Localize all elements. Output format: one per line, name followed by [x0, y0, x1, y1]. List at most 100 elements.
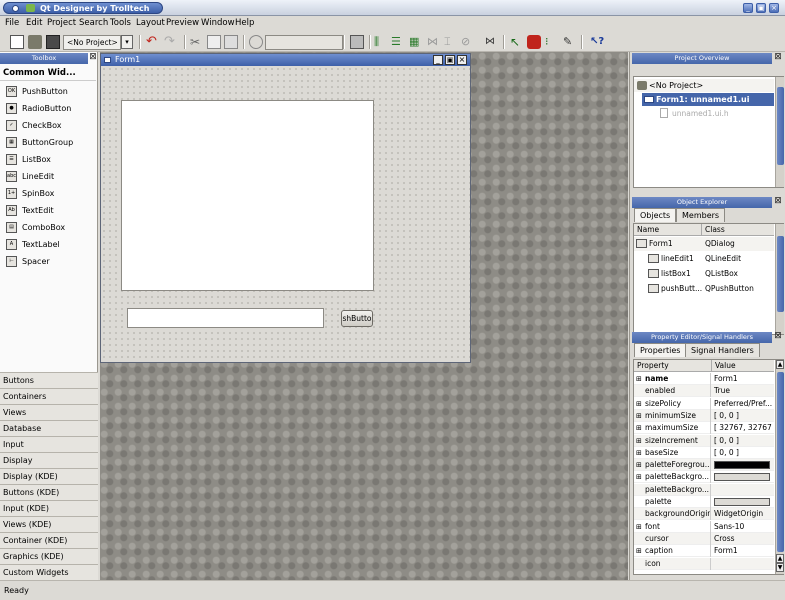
object-row[interactable]: pushButt... QPushButton — [634, 282, 774, 296]
column-header-property[interactable]: Property — [634, 360, 712, 372]
property-table[interactable]: Property Value ⊞ name Form1 enabled True ⊞ siz… — [633, 359, 784, 575]
scroll-up-icon[interactable]: ▲ — [776, 554, 784, 563]
object-row[interactable]: lineEdit1 QLineEdit — [634, 252, 774, 266]
break-layout-icon[interactable]: ⊘ — [461, 35, 475, 49]
expand-icon[interactable]: ⊞ — [636, 410, 644, 422]
pointer-icon[interactable]: ↖ — [510, 35, 524, 49]
toolbox-item-pushbutton[interactable]: OK PushButton — [0, 83, 96, 100]
save-icon[interactable] — [46, 35, 60, 49]
property-row[interactable]: ⊞ caption Form1 — [634, 545, 774, 558]
property-value[interactable] — [714, 558, 774, 570]
scroll-down-icon[interactable]: ▼ — [776, 563, 784, 572]
property-value[interactable]: [ 32767, 32767 ] — [714, 422, 774, 434]
object-row[interactable]: listBox1 QListBox — [634, 267, 774, 281]
object-tree[interactable]: Name Class Form1 QDialog lineEdit1 QLineEdi… — [633, 223, 784, 335]
menu-search[interactable]: Search — [79, 18, 108, 28]
property-value[interactable]: Cross — [714, 533, 774, 545]
property-value[interactable]: [ 0, 0 ] — [714, 435, 774, 447]
object-scrollbar[interactable] — [775, 224, 784, 334]
property-row[interactable]: ⊞ paletteBackgro... — [634, 471, 774, 484]
property-value[interactable]: [ 0, 0 ] — [714, 410, 774, 422]
menu-project[interactable]: Project — [47, 18, 76, 28]
tab-objects[interactable]: Objects — [634, 208, 677, 222]
toolbox-item-textlabel[interactable]: A TextLabel — [0, 236, 96, 253]
toolbox-category-views[interactable]: Views — [0, 404, 98, 420]
toolbox-category-buttons-kde[interactable]: Buttons (KDE) — [0, 484, 98, 500]
buddy-icon[interactable]: ✎ — [563, 35, 577, 49]
expand-icon[interactable]: ⊞ — [636, 521, 644, 533]
window-menu-icon[interactable] — [12, 5, 19, 12]
toolbox-category-views-kde[interactable]: Views (KDE) — [0, 516, 98, 532]
splitter-v-icon[interactable]: ⌶ — [444, 35, 458, 49]
expand-icon[interactable]: ⊞ — [636, 459, 644, 471]
property-scrollbar[interactable]: ▲ ▲ ▼ — [775, 360, 784, 574]
property-row[interactable]: palette — [634, 496, 774, 508]
property-value[interactable] — [714, 471, 774, 483]
project-scrollbar[interactable] — [775, 77, 784, 187]
cut-icon[interactable]: ✂ — [190, 35, 204, 49]
toolbox-item-spacer[interactable]: ⊢ Spacer — [0, 253, 96, 270]
expand-icon[interactable] — [636, 508, 644, 520]
connect-icon[interactable] — [527, 35, 541, 49]
close-icon[interactable]: ⊠ — [773, 332, 783, 342]
toolbox-category-database[interactable]: Database — [0, 420, 98, 436]
form-titlebar[interactable]: Form1 _ ▣ × — [101, 54, 470, 66]
copy-icon[interactable] — [207, 35, 221, 49]
property-row[interactable]: ⊞ maximumSize[ 32767, 32767 ] — [634, 422, 774, 435]
property-row[interactable]: icon — [634, 557, 774, 570]
find-icon[interactable] — [249, 35, 263, 49]
property-value[interactable]: [ 0, 0 ] — [714, 447, 774, 459]
toolbox-item-listbox[interactable]: ☰ ListBox — [0, 151, 96, 168]
tab-signal-handlers[interactable]: Signal Handlers — [685, 343, 760, 357]
property-value[interactable]: Form1 — [714, 545, 774, 557]
expand-icon[interactable] — [636, 533, 644, 545]
project-tree[interactable]: <No Project> Form1: unnamed1.ui unnamed1… — [633, 76, 784, 188]
property-row[interactable]: cursor Cross — [634, 532, 774, 545]
layout-grid-icon[interactable]: ▦ — [409, 35, 423, 49]
form-canvas[interactable]: shButto — [101, 66, 470, 362]
property-row[interactable]: ⊞ sizeIncrement[ 0, 0 ] — [634, 434, 774, 447]
property-row[interactable]: ⊞ paletteForegrou... — [634, 459, 774, 472]
toolbox-category-containers[interactable]: Containers — [0, 388, 98, 404]
lineedit-widget[interactable] — [127, 308, 324, 328]
column-header-name[interactable]: Name — [634, 224, 702, 236]
new-file-icon[interactable] — [10, 35, 24, 49]
menu-help[interactable]: Help — [235, 18, 254, 28]
project-item[interactable]: <No Project> — [634, 79, 774, 92]
source-file-item[interactable]: unnamed1.ui.h — [656, 107, 774, 120]
toolbox-category-display[interactable]: Display — [0, 452, 98, 468]
expand-icon[interactable]: ⊞ — [636, 471, 644, 483]
form-item-selected[interactable]: Form1: unnamed1.ui — [642, 93, 774, 106]
toolbox-category-input-kde[interactable]: Input (KDE) — [0, 500, 98, 516]
open-file-icon[interactable] — [28, 35, 42, 49]
window-titlebar[interactable]: Qt Designer by Trolltech _ ▣ × — [0, 0, 785, 16]
property-value[interactable] — [714, 484, 774, 496]
object-row[interactable]: Form1 QDialog — [634, 237, 774, 251]
expand-icon[interactable] — [636, 385, 644, 397]
paste-icon[interactable] — [224, 35, 238, 49]
undo-icon[interactable]: ↶ — [146, 35, 160, 49]
property-value[interactable] — [714, 496, 774, 508]
chevron-down-icon[interactable]: ▾ — [121, 35, 133, 49]
toolbox-category-buttons[interactable]: Buttons — [0, 372, 98, 388]
image-icon[interactable] — [350, 35, 364, 49]
toolbox-item-combobox[interactable]: ▤ ComboBox — [0, 219, 96, 236]
property-row[interactable]: ⊞ sizePolicy Preferred/Pref... — [634, 397, 774, 410]
toolbox-item-checkbox[interactable]: ✓ CheckBox — [0, 117, 96, 134]
minimize-button[interactable]: _ — [743, 3, 753, 13]
tab-properties[interactable]: Properties — [634, 343, 687, 357]
property-value[interactable]: WidgetOrigin — [714, 508, 774, 520]
menu-edit[interactable]: Edit — [26, 18, 42, 28]
close-button[interactable]: × — [769, 3, 779, 13]
redo-icon[interactable]: ↷ — [164, 35, 178, 49]
expand-icon[interactable]: ⊞ — [636, 545, 644, 557]
property-row[interactable]: paletteBackgro... — [634, 483, 774, 496]
toolbox-category-custom-widgets[interactable]: Custom Widgets — [0, 564, 98, 580]
column-header-class[interactable]: Class — [702, 224, 774, 236]
property-value[interactable] — [714, 459, 774, 471]
whats-this-icon[interactable]: ↖? — [590, 35, 604, 49]
expand-icon[interactable]: ⊞ — [636, 435, 644, 447]
toolbox-category-input[interactable]: Input — [0, 436, 98, 452]
scroll-up-icon[interactable]: ▲ — [776, 360, 784, 369]
close-icon[interactable]: ⊠ — [88, 53, 98, 63]
